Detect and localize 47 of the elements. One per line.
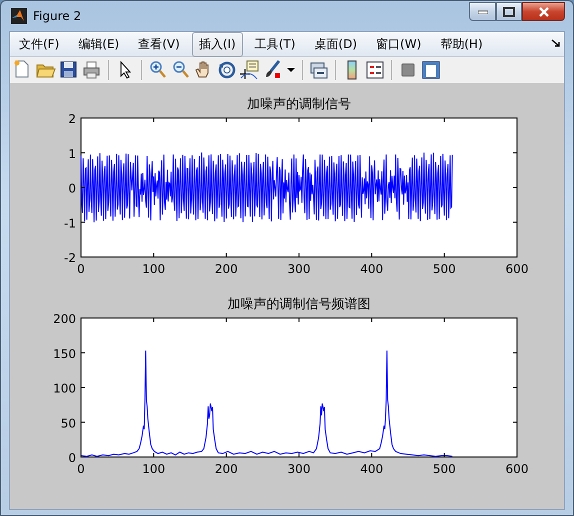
x-tick-label: 200 xyxy=(214,262,238,276)
y-tick-label: 0 xyxy=(68,182,76,196)
window-title: Figure 2 xyxy=(33,9,82,23)
rotate-icon[interactable] xyxy=(216,59,238,81)
menu-item[interactable]: 插入(I) xyxy=(192,32,243,56)
menu-item[interactable]: 工具(T) xyxy=(248,32,302,56)
y-tick-label: -1 xyxy=(64,216,76,230)
minimize-button[interactable] xyxy=(469,2,496,21)
x-tick-label: 0 xyxy=(77,262,85,276)
x-tick-label: 600 xyxy=(506,462,528,476)
x-tick-label: 100 xyxy=(142,262,166,276)
y-tick-label: 1 xyxy=(68,146,76,161)
plot-title: 加噪声的调制信号 xyxy=(247,97,351,112)
x-tick-label: 500 xyxy=(432,462,456,476)
y-tick-label: 50 xyxy=(60,416,76,430)
dock-arrow-icon[interactable] xyxy=(551,39,560,47)
y-tick-label: -2 xyxy=(64,251,76,265)
x-tick-label: 400 xyxy=(360,262,384,276)
y-tick-label: 2 xyxy=(68,112,76,126)
x-tick-label: 300 xyxy=(288,462,310,476)
menu-item[interactable]: 编辑(E) xyxy=(71,32,126,56)
y-tick-label: 200 xyxy=(53,312,76,326)
plot-title: 加噪声的调制信号频谱图 xyxy=(228,297,370,312)
menu-item[interactable]: 文件(F) xyxy=(12,32,66,56)
plot-tools-icon[interactable] xyxy=(420,59,442,81)
matlab-logo xyxy=(11,8,27,24)
x-tick-label: 500 xyxy=(432,262,456,276)
x-tick-label: 600 xyxy=(506,262,528,276)
maximize-button[interactable] xyxy=(496,2,522,21)
y-tick-label: 150 xyxy=(53,346,76,361)
close-icon xyxy=(538,6,550,16)
close-button[interactable] xyxy=(522,2,565,21)
menu-item[interactable]: 桌面(D) xyxy=(307,32,364,56)
minimize-icon xyxy=(478,10,488,14)
menu-item[interactable]: 窗口(W) xyxy=(369,32,428,56)
maximize-icon xyxy=(503,6,515,16)
x-tick-label: 400 xyxy=(360,462,384,476)
x-tick-label: 300 xyxy=(288,262,310,276)
x-tick-label: 0 xyxy=(77,462,85,476)
menu-item[interactable]: 帮助(H) xyxy=(433,32,490,56)
x-tick-label: 100 xyxy=(142,462,166,476)
y-tick-label: 0 xyxy=(68,451,76,465)
y-tick-label: 100 xyxy=(53,382,76,396)
legend-icon[interactable] xyxy=(364,59,386,81)
x-tick-label: 200 xyxy=(214,462,238,476)
data-cursor-icon[interactable] xyxy=(239,59,261,81)
menu-item[interactable]: 查看(V) xyxy=(131,32,187,56)
